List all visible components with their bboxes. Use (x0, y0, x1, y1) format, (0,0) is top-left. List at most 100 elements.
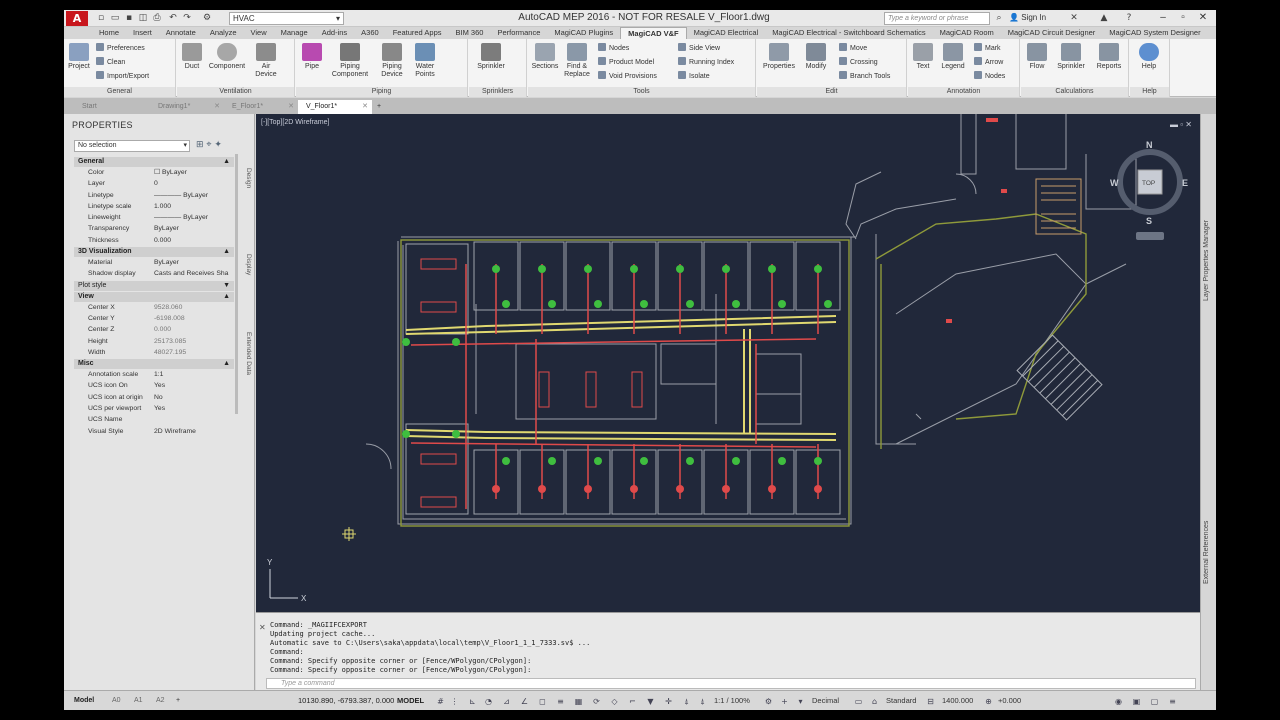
sections-button[interactable]: Sections (530, 43, 560, 71)
section-misc[interactable]: Misc ▲ (74, 359, 234, 370)
running-index-button[interactable]: Running Index (678, 57, 734, 68)
redo-icon[interactable]: ↷ (182, 13, 192, 23)
tab-annotate[interactable]: Annotate (159, 27, 203, 39)
customization-icon[interactable]: ≡ (1168, 697, 1177, 706)
legend-button[interactable]: Legend (938, 43, 968, 71)
close-icon[interactable]: ✕ (362, 100, 368, 114)
isolate-objects-icon[interactable]: ◉ (1114, 697, 1123, 706)
property-row[interactable]: Material ByLayer (74, 257, 234, 268)
sign-in-link[interactable]: 👤 Sign In (1009, 13, 1046, 22)
viewcube-top-label[interactable]: TOP (1142, 180, 1155, 187)
void-provisions-button[interactable]: Void Provisions (598, 71, 657, 82)
3d-osnap-icon[interactable]: ◇ (610, 697, 619, 706)
doc-tab-drawing1[interactable]: Drawing1* ✕ (150, 100, 224, 114)
component-button[interactable]: Component (207, 43, 247, 71)
annotation-scale[interactable]: 1:1 / 100% (714, 696, 750, 705)
exchange-icon[interactable]: ✕ (1069, 13, 1079, 23)
properties-scrollbar[interactable] (235, 154, 238, 414)
side-view-button[interactable]: Side View (678, 43, 720, 54)
section-general[interactable]: General ▲ (74, 157, 234, 167)
property-value[interactable]: ByLayer (154, 223, 179, 234)
side-tab-design[interactable]: Design (240, 168, 252, 188)
property-row[interactable]: Center X 9528.060 (74, 302, 234, 313)
property-row[interactable]: Height 25173.085 (74, 336, 234, 347)
tab-magicad-circuit[interactable]: MagiCAD Circuit Designer (1001, 27, 1103, 39)
viewcube[interactable] (1117, 149, 1183, 240)
panel-label-tools[interactable]: Tools (528, 87, 755, 97)
cut-plane-icon[interactable]: ⊟ (926, 697, 935, 706)
annotation-monitor-icon[interactable]: + (780, 697, 789, 706)
property-value[interactable]: Yes (154, 403, 165, 414)
tab-manage[interactable]: Manage (274, 27, 315, 39)
maximize-button[interactable]: ▫ (1174, 11, 1192, 25)
external-references-tab[interactable]: External References (1203, 512, 1215, 592)
property-row[interactable]: UCS per viewport Yes (74, 403, 234, 414)
new-file-icon[interactable]: ▫ (96, 13, 106, 23)
tab-magicad-electrical[interactable]: MagiCAD Electrical (687, 27, 766, 39)
layout-tab-a2[interactable]: A2 (156, 696, 165, 706)
section-view[interactable]: View ▲ (74, 291, 234, 302)
hardware-acceleration-icon[interactable]: ▣ (1132, 697, 1141, 706)
property-row[interactable]: UCS Name (74, 414, 234, 425)
property-value[interactable]: 0.000 (154, 235, 171, 246)
selection-cycling-icon[interactable]: ⟳ (592, 697, 601, 706)
tab-performance[interactable]: Performance (490, 27, 547, 39)
tab-magicad-switchboard[interactable]: MagiCAD Electrical - Switchboard Schemat… (765, 27, 932, 39)
elevation-offset[interactable]: +0.000 (998, 696, 1021, 705)
move-button[interactable]: Move (839, 43, 867, 54)
clean-button[interactable]: Clean (96, 57, 125, 68)
osnap-icon[interactable]: ◻ (538, 697, 547, 706)
panel-label-general[interactable]: General (64, 87, 175, 97)
property-value[interactable]: 48027.195 (154, 347, 186, 358)
property-row[interactable]: Lineweight ———— ByLayer (74, 212, 234, 223)
modify-button[interactable]: Modify (801, 43, 831, 71)
property-row[interactable]: Color ☐ ByLayer (74, 167, 234, 178)
autodesk-360-icon[interactable]: ▲ (1099, 13, 1109, 23)
property-value[interactable]: ☐ ByLayer (154, 167, 187, 178)
layout-tab-model[interactable]: Model (74, 696, 94, 706)
model-space-button[interactable]: MODEL (397, 696, 424, 705)
clean-screen-icon[interactable]: ▢ (1150, 697, 1159, 706)
workspace-switch-icon[interactable]: ⚙ (764, 697, 773, 706)
search-input[interactable]: Type a keyword or phrase (884, 12, 990, 25)
tab-add-ins[interactable]: Add-ins (315, 27, 354, 39)
close-icon[interactable]: ✕ (259, 623, 266, 632)
workspace-dropdown[interactable]: HVAC ▾ (229, 12, 344, 25)
dynamic-ucs-icon[interactable]: ⌐ (628, 697, 637, 706)
reports-button[interactable]: Reports (1093, 43, 1125, 71)
doc-tab-start[interactable]: Start (74, 100, 148, 114)
property-row[interactable]: Thickness 0.000 (74, 235, 234, 246)
property-value[interactable]: 1:1 (154, 369, 163, 380)
property-row[interactable]: UCS icon On Yes (74, 380, 234, 391)
gizmo-icon[interactable]: ✛ (664, 697, 673, 706)
text-button[interactable]: Text (910, 43, 936, 71)
close-window-button[interactable]: ✕ (1194, 11, 1212, 25)
print-icon[interactable]: ⎙ (152, 13, 162, 23)
piping-component-button[interactable]: Piping Component (328, 43, 372, 79)
lock-ui-icon[interactable]: ⌂ (870, 697, 879, 706)
property-value[interactable]: 0.000 (154, 324, 171, 335)
product-model-button[interactable]: Product Model (598, 57, 654, 68)
mark-button[interactable]: Mark (974, 43, 1001, 54)
air-device-button[interactable]: Air Device (251, 43, 281, 79)
display-configuration[interactable]: Standard (886, 696, 916, 705)
annotation-nodes-button[interactable]: Nodes (974, 71, 1005, 82)
command-input[interactable]: Type a command (266, 678, 1196, 689)
isodraft-icon[interactable]: ⊿ (502, 697, 511, 706)
property-value[interactable]: Yes (154, 380, 165, 391)
property-value[interactable]: 0 (154, 178, 158, 189)
select-objects-icon[interactable]: ⌖ (206, 140, 211, 150)
property-row[interactable]: Shadow display Casts and Receives Sha (74, 268, 234, 279)
property-row[interactable]: Width 48027.195 (74, 347, 234, 358)
property-value[interactable]: 1.000 (154, 201, 171, 212)
property-value[interactable]: No (154, 392, 163, 403)
branch-tools-button[interactable]: Branch Tools (839, 71, 890, 82)
side-tab-extended-data[interactable]: Extended Data (240, 332, 252, 375)
property-value[interactable]: ———— ByLayer (154, 190, 208, 201)
lineweight-icon[interactable]: ≡ (556, 697, 565, 706)
section-plot-style[interactable]: Plot style ▼ (74, 280, 234, 291)
units-dropdown[interactable]: Decimal (812, 696, 839, 705)
tab-analyze[interactable]: Analyze (203, 27, 244, 39)
water-points-button[interactable]: Water Points (410, 43, 440, 79)
save-icon[interactable]: ▪ (124, 13, 134, 23)
